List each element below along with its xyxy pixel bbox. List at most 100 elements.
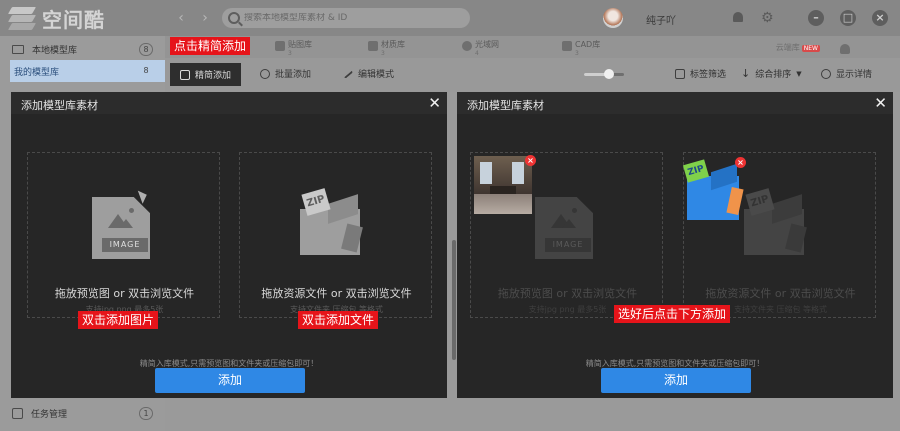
search-box[interactable] xyxy=(222,8,470,28)
edit-mode-label: 编辑模式 xyxy=(358,70,395,80)
dialog-title: 添加模型库素材 xyxy=(467,99,544,112)
image-drop-main: 拖放预览图 or 双击浏览文件 xyxy=(54,287,195,300)
preview-thumbnail[interactable] xyxy=(474,156,532,214)
texture-icon xyxy=(275,41,285,51)
quick-add-label: 精简添加 xyxy=(195,71,232,81)
tab-count: 3 xyxy=(381,50,385,57)
user-group-icon[interactable] xyxy=(840,42,850,54)
add-material-dialog-right: 添加模型库素材 ✕ IMAGE 拖放预览图 or 双击浏览文件 支持jpg pn… xyxy=(457,92,893,398)
sidebar-item-label: 本地模型库 xyxy=(32,45,78,56)
forward-icon[interactable]: › xyxy=(196,9,214,27)
pencil-icon xyxy=(342,68,354,79)
toolbar: 精简添加 批量添加 编辑模式 标签筛选 ↓ 综合排序 ▼ 显示详情 xyxy=(165,58,900,92)
file-drop-zone[interactable]: ZIP 拖放资源文件 or 双击浏览文件 支持文件夹 压缩包 等格式 xyxy=(239,152,432,318)
zoom-slider[interactable] xyxy=(584,69,624,79)
dialog-body: IMAGE 拖放预览图 or 双击浏览文件 支持jpg png 最多5张 ZIP… xyxy=(457,114,893,398)
bell-icon[interactable] xyxy=(731,11,745,25)
remove-file-icon[interactable]: × xyxy=(735,157,746,168)
new-badge: NEW xyxy=(801,45,820,52)
tab-cad-library[interactable]: CAD库 3 xyxy=(562,39,600,57)
app-logo[interactable]: 空间酷 xyxy=(7,7,105,32)
add-material-dialog-left: 添加模型库素材 ✕ IMAGE 拖放预览图 or 双击浏览文件 支持jpg pn… xyxy=(11,92,447,398)
count-badge: 1 xyxy=(139,406,153,420)
monitor-icon xyxy=(12,44,24,54)
selected-zip-icon[interactable]: ZIP xyxy=(682,159,749,222)
tab-texture-library[interactable]: 贴图库 3 xyxy=(275,39,312,57)
tab-count: 3 xyxy=(575,50,579,57)
sort-icon: ↓ xyxy=(741,67,751,80)
search-icon xyxy=(228,12,240,24)
callout-then-add: 选好后点击下方添加 xyxy=(614,305,731,323)
callout-add-file: 双击添加文件 xyxy=(298,311,379,329)
library-tabs: 贴图库 3 材质库 3 光域网 4 CAD库 3 云端库 NEW xyxy=(165,36,900,58)
add-button[interactable]: 添加 xyxy=(155,368,305,393)
sidebar-item-task-manager[interactable]: 任务管理 1 xyxy=(0,402,165,424)
batch-add-label: 批量添加 xyxy=(275,70,312,80)
sidebar-item-label: 任务管理 xyxy=(31,409,68,420)
logo-icon xyxy=(7,7,37,30)
dialog-title: 添加模型库素材 xyxy=(21,99,98,112)
checkbox-icon xyxy=(12,407,23,419)
close-icon[interactable]: ✕ xyxy=(874,94,887,112)
image-drop-main: 拖放预览图 or 双击浏览文件 xyxy=(497,287,638,300)
count-badge: 8 xyxy=(139,42,153,56)
tab-count: 3 xyxy=(288,50,292,57)
search-input[interactable] xyxy=(244,13,464,23)
zoom-slider-knob[interactable] xyxy=(603,69,614,79)
sort-dropdown[interactable]: ↓ 综合排序 ▼ xyxy=(741,67,802,80)
quick-add-icon xyxy=(180,69,190,80)
close-icon[interactable]: ✕ xyxy=(428,94,441,112)
show-detail-label: 显示详情 xyxy=(836,70,873,80)
show-detail-toggle[interactable]: 显示详情 xyxy=(821,67,872,80)
cad-icon xyxy=(562,41,572,51)
chevron-down-icon: ▼ xyxy=(796,69,802,78)
sidebar-item-label: 我的模型库 xyxy=(14,67,60,78)
gear-icon[interactable]: ⚙ xyxy=(761,11,775,25)
people-icon xyxy=(840,44,850,54)
add-button[interactable]: 添加 xyxy=(601,368,751,393)
tab-count: 4 xyxy=(475,50,479,57)
light-icon xyxy=(462,41,472,51)
image-tag: IMAGE xyxy=(545,238,591,252)
sidebar-item-local-library[interactable]: 本地模型库 8 xyxy=(0,38,165,60)
image-drop-zone[interactable]: IMAGE 拖放预览图 or 双击浏览文件 支持jpg png 最多5张 xyxy=(27,152,220,318)
tag-filter-icon xyxy=(675,68,685,79)
zip-file-icon: ZIP xyxy=(742,188,808,257)
file-drop-main: 拖放资源文件 or 双击浏览文件 xyxy=(261,287,412,300)
cloud-library-link[interactable]: 云端库 NEW xyxy=(776,42,820,53)
back-icon[interactable]: ‹ xyxy=(172,9,190,27)
username[interactable]: 纯子吖 xyxy=(646,12,676,27)
tab-label: 光域网 xyxy=(475,40,499,49)
tab-label: 材质库 xyxy=(381,40,405,49)
quick-add-button[interactable]: 精简添加 xyxy=(170,63,242,86)
avatar[interactable] xyxy=(603,8,623,28)
tag-filter-label: 标签筛选 xyxy=(690,70,727,80)
zip-file-icon: ZIP xyxy=(298,188,364,257)
scrollbar[interactable] xyxy=(452,240,456,360)
maximize-icon[interactable]: □ xyxy=(840,10,856,26)
edit-mode-button[interactable]: 编辑模式 xyxy=(342,67,395,80)
sidebar-item-my-library[interactable]: 我的模型库 8 xyxy=(10,60,165,82)
image-tag: IMAGE xyxy=(102,238,148,252)
logo-text: 空间酷 xyxy=(42,7,105,32)
sort-label: 综合排序 xyxy=(755,70,792,80)
tag-filter-button[interactable]: 标签筛选 xyxy=(675,67,726,80)
batch-add-button[interactable]: 批量添加 xyxy=(260,67,311,80)
close-window-icon[interactable]: × xyxy=(872,10,888,26)
tab-material-library[interactable]: 材质库 3 xyxy=(368,39,405,57)
callout-add-image: 双击添加图片 xyxy=(78,311,159,329)
tab-label: 贴图库 xyxy=(288,40,312,49)
material-icon xyxy=(368,41,378,51)
cloud-label: 云端库 xyxy=(775,43,800,52)
minimize-icon[interactable]: – xyxy=(808,10,824,26)
cursor-icon xyxy=(140,189,154,207)
tab-ies-library[interactable]: 光域网 4 xyxy=(462,39,499,57)
dialog-body: IMAGE 拖放预览图 or 双击浏览文件 支持jpg png 最多5张 ZIP… xyxy=(11,114,447,398)
tab-label: CAD库 xyxy=(575,40,601,49)
file-drop-main: 拖放资源文件 or 双击浏览文件 xyxy=(705,287,856,300)
callout-quick-add: 点击精简添加 xyxy=(170,37,251,55)
top-bar: 空间酷 ‹ › 纯子吖 ⚙ – □ × xyxy=(0,0,900,36)
remove-preview-icon[interactable]: × xyxy=(525,155,536,166)
radio-icon xyxy=(821,68,831,79)
count-badge: 8 xyxy=(143,65,149,75)
